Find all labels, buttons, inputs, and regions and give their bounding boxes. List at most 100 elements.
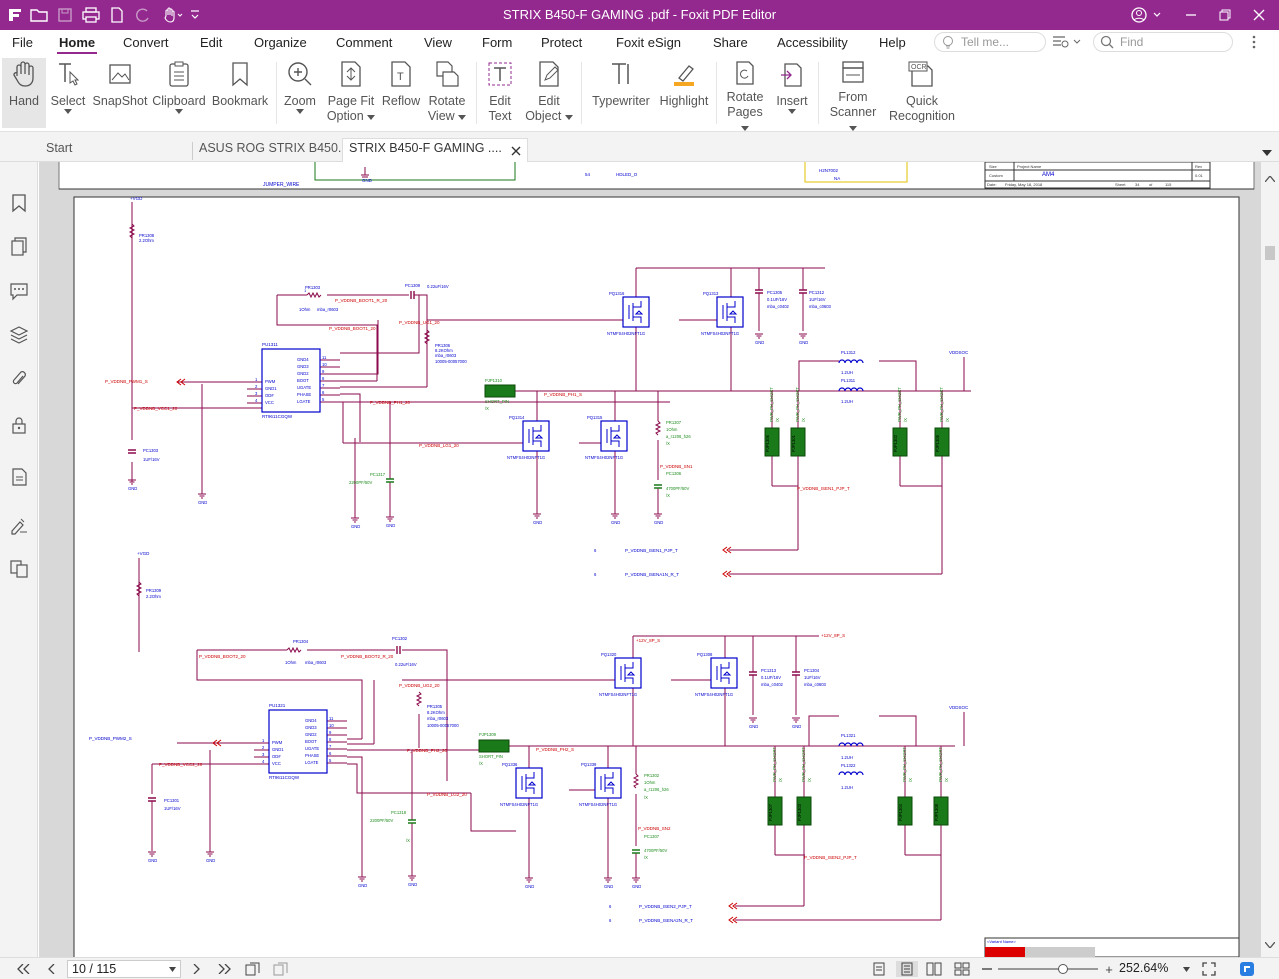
rotate-pages-button[interactable]: Rotate Pages: [722, 58, 768, 131]
menu-view[interactable]: View: [424, 35, 452, 50]
edit-object-button[interactable]: Edit Object: [522, 58, 576, 128]
net-label: P_VDDNB_ISEN1_PJP_T: [797, 486, 850, 491]
menu-convert[interactable]: Convert: [123, 35, 169, 50]
last-page-icon[interactable]: [216, 961, 234, 977]
tab-strix-b450[interactable]: STRIX B450-F GAMING ....: [342, 138, 528, 162]
insert-button[interactable]: Insert: [772, 58, 812, 128]
net-label: +12V_8P_S: [636, 638, 660, 643]
previous-page-icon[interactable]: [44, 961, 58, 977]
ref-label: PJP1304: [898, 803, 903, 821]
close-icon[interactable]: [1242, 0, 1276, 30]
select-label: Select: [50, 94, 86, 108]
facing-view-icon[interactable]: [924, 961, 944, 977]
menu-protect[interactable]: Protect: [541, 35, 582, 50]
menu-organize[interactable]: Organize: [254, 35, 307, 50]
account-icon[interactable]: [1125, 0, 1169, 30]
scroll-down-icon[interactable]: [1265, 942, 1275, 948]
clipboard-button[interactable]: Clipboard: [152, 58, 206, 128]
rotate-view-sublabel: View: [428, 109, 467, 124]
zoom-out-icon[interactable]: [980, 961, 994, 977]
net-label: P_VDDNB_VCC1_20: [134, 406, 178, 411]
value-label: 10005-00057000: [427, 723, 459, 728]
comments-panel-icon[interactable]: [9, 280, 29, 302]
menu-share[interactable]: Share: [713, 35, 748, 50]
next-page-icon[interactable]: [190, 961, 204, 977]
next-view-icon[interactable]: [272, 961, 290, 977]
more-options-icon[interactable]: [1251, 34, 1257, 53]
menu-help[interactable]: Help: [879, 35, 906, 50]
menu-foxit-esign[interactable]: Foxit eSign: [616, 35, 681, 50]
pages-panel-icon[interactable]: [9, 236, 29, 258]
typewriter-button[interactable]: Typewriter: [588, 58, 654, 128]
zoom-dropdown-chevron-icon[interactable]: [1183, 967, 1190, 972]
value-label: mba_r0603: [317, 307, 339, 312]
zoom-button[interactable]: Zoom: [282, 58, 318, 128]
foxit-cloud-icon[interactable]: [1238, 961, 1256, 977]
net-label: P_VDDNB_ISEN2_PJP_T: [639, 904, 692, 909]
page-number-input[interactable]: 10 / 115: [67, 960, 181, 978]
document-properties-icon[interactable]: [9, 466, 29, 488]
tab-close-icon[interactable]: [511, 146, 521, 156]
page-fit-option-button[interactable]: Page Fit Option: [324, 58, 378, 128]
chevron-down-icon: [296, 109, 304, 114]
from-scanner-button[interactable]: From Scanner: [824, 58, 882, 131]
value-label: PWR_PH_SHORT: [772, 747, 777, 782]
value-label: /X: [944, 778, 949, 782]
select-button[interactable]: Select: [48, 58, 88, 128]
scrollbar-thumb[interactable]: [1265, 246, 1275, 260]
menu-edit[interactable]: Edit: [200, 35, 222, 50]
value-label: /X: [644, 795, 648, 800]
menu-bar: File Home Convert Edit Organize Comment …: [0, 30, 1279, 56]
previous-view-icon[interactable]: [244, 961, 262, 977]
typewriter-label: Typewriter: [592, 94, 650, 108]
reflow-button[interactable]: T Reflow: [380, 58, 422, 128]
rotate-view-button[interactable]: Rotate View: [424, 58, 470, 128]
security-panel-icon[interactable]: [9, 414, 29, 436]
fullscreen-icon[interactable]: [1200, 961, 1218, 977]
bookmark-button[interactable]: Bookmark: [210, 58, 270, 128]
menu-accessibility[interactable]: Accessibility: [777, 35, 848, 50]
attachments-panel-icon[interactable]: [9, 368, 29, 390]
menu-comment[interactable]: Comment: [336, 35, 392, 50]
find-input[interactable]: Find: [1093, 32, 1233, 52]
ref-label: PR1303: [305, 285, 321, 290]
zoom-in-icon[interactable]: +: [1102, 961, 1116, 977]
compare-panel-icon[interactable]: [9, 558, 29, 580]
from-scanner-label: From: [838, 90, 868, 104]
edit-text-sublabel: Text: [488, 109, 512, 123]
scroll-up-icon[interactable]: [1265, 176, 1275, 182]
tell-me-input[interactable]: Tell me...: [934, 32, 1046, 52]
bookmarks-panel-icon[interactable]: [9, 192, 29, 214]
menu-form[interactable]: Form: [482, 35, 512, 50]
continuous-facing-view-icon[interactable]: [952, 961, 972, 977]
signature-panel-icon[interactable]: [9, 514, 29, 536]
continuous-view-icon[interactable]: [896, 961, 918, 977]
tab-start[interactable]: Start: [40, 139, 190, 161]
menu-home[interactable]: Home: [59, 35, 95, 50]
net-label: P_VDDNB_SN2: [638, 826, 671, 831]
quick-recognition-button[interactable]: OCR Quick Recognition: [886, 58, 958, 128]
first-page-icon[interactable]: [14, 961, 32, 977]
zoom-slider[interactable]: [998, 968, 1098, 970]
value-label: mba_c0603: [809, 304, 832, 309]
chevron-down-icon: [849, 126, 857, 131]
hand-button[interactable]: Hand: [2, 58, 46, 128]
tab-start-label: Start: [46, 141, 73, 155]
tab-list-chevron-icon[interactable]: [1262, 144, 1272, 159]
document-view[interactable]: JUMPER_WIRE GND 54 HDLED_O H2N7002 NA Si…: [39, 162, 1261, 957]
layers-panel-icon[interactable]: [9, 324, 29, 346]
gnd-label: GND: [351, 524, 360, 529]
net-label: P_VDDNB_BOOT2_R_20: [341, 654, 394, 659]
restore-icon[interactable]: [1208, 0, 1242, 30]
snapshot-button[interactable]: SnapShot: [92, 58, 148, 128]
single-page-view-icon[interactable]: [870, 961, 888, 977]
menu-file[interactable]: File: [12, 35, 33, 50]
ref-label: PJP1309: [479, 732, 497, 737]
search-options-icon[interactable]: [1052, 34, 1082, 53]
minimize-icon[interactable]: [1174, 0, 1208, 30]
vertical-scrollbar[interactable]: [1261, 162, 1279, 957]
tab-asus-rog[interactable]: ASUS ROG STRIX B450...: [193, 139, 341, 161]
edit-text-button[interactable]: Edit Text: [482, 58, 518, 128]
zoom-slider-thumb[interactable]: [1058, 964, 1068, 974]
highlight-button[interactable]: Highlight: [656, 58, 712, 128]
